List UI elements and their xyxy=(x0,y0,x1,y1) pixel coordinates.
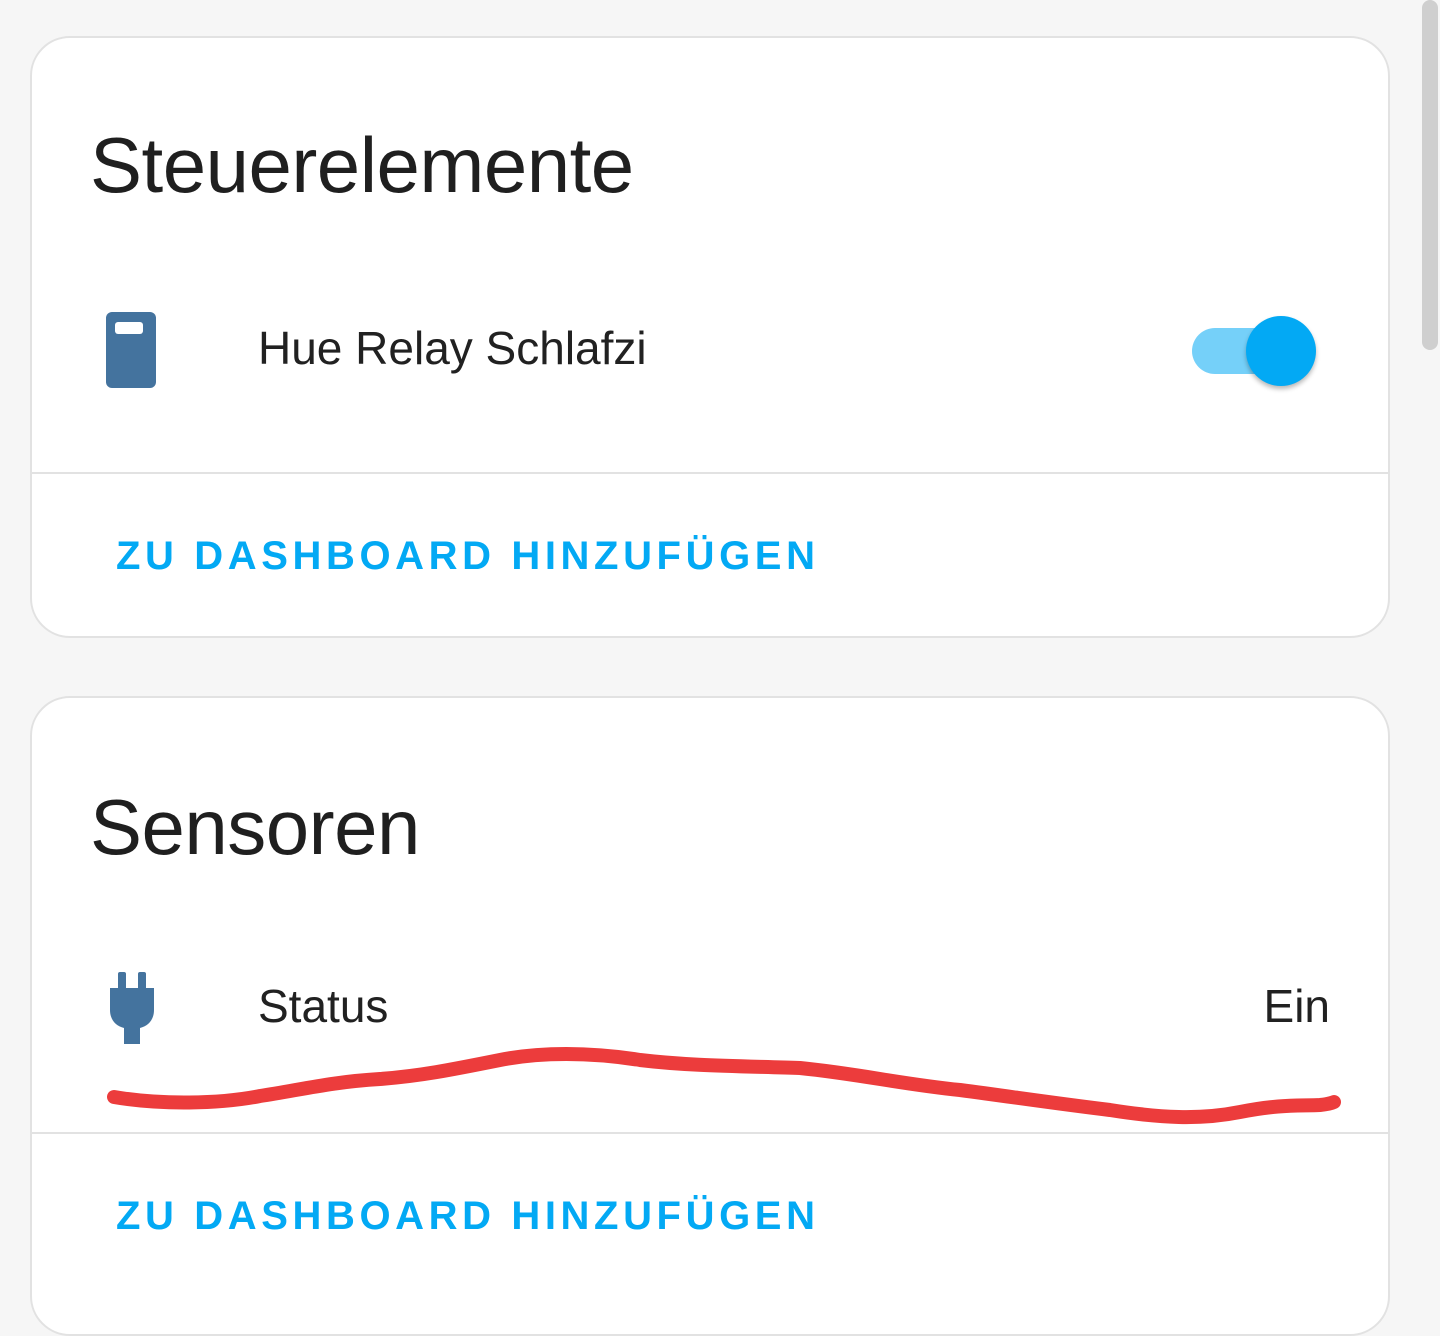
card-divider xyxy=(32,1132,1388,1134)
entity-state-value: Ein xyxy=(1263,980,1330,1032)
entity-row-hue-relay[interactable]: Hue Relay Schlafzi xyxy=(32,298,1388,398)
controls-card: Steuerelemente Hue Relay Schlafzi ZU DAS… xyxy=(30,36,1390,638)
power-plug-icon xyxy=(110,972,154,1044)
entity-name[interactable]: Status xyxy=(258,980,388,1032)
add-to-dashboard-button[interactable]: ZU DASHBOARD HINZUFÜGEN xyxy=(90,1186,846,1246)
card-title: Sensoren xyxy=(90,783,420,871)
toggle-switch[interactable] xyxy=(1190,308,1322,388)
entity-row-status[interactable]: Status Ein xyxy=(32,956,1388,1056)
toggle-knob[interactable] xyxy=(1246,316,1316,386)
scrollbar-thumb[interactable] xyxy=(1422,0,1438,350)
scrollbar[interactable] xyxy=(1420,0,1440,1284)
card-divider xyxy=(32,472,1388,474)
sensors-card: Sensoren Status Ein ZU DASHBOARD HINZUFÜ… xyxy=(30,696,1390,1336)
card-title: Steuerelemente xyxy=(90,121,634,209)
remote-icon xyxy=(106,312,156,388)
entity-name[interactable]: Hue Relay Schlafzi xyxy=(258,322,647,374)
add-to-dashboard-button[interactable]: ZU DASHBOARD HINZUFÜGEN xyxy=(90,526,846,586)
